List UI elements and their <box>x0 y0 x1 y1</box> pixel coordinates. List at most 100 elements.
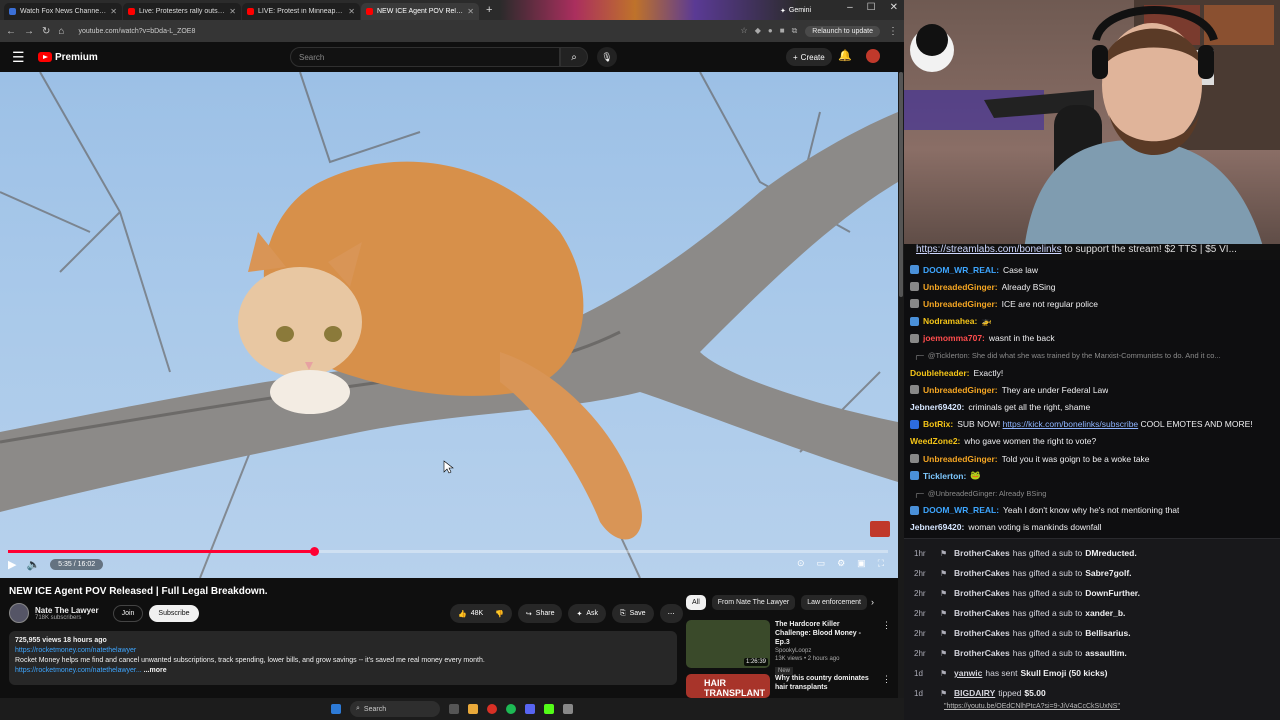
progress-bar[interactable] <box>8 547 888 556</box>
chip-all[interactable]: All <box>686 595 706 610</box>
spotify-icon[interactable] <box>506 704 516 714</box>
chat-username[interactable]: UnbreadedGinger: <box>923 385 998 395</box>
save-button[interactable]: ⎘ Save <box>612 604 654 623</box>
browser-tab[interactable]: Live: Protesters rally outside M ✕ <box>123 3 241 20</box>
chat-username[interactable]: Nodramahea: <box>923 316 977 326</box>
description-link[interactable]: https://rocketmoney.com/natethelawyer... <box>15 667 142 674</box>
video-player[interactable] <box>0 72 898 578</box>
forward-icon[interactable]: → <box>24 26 34 37</box>
join-button[interactable]: Join <box>112 604 144 622</box>
subscribe-button[interactable]: Subscribe <box>149 604 199 622</box>
more-actions-button[interactable]: ⋯ <box>659 604 683 623</box>
gift-link[interactable]: "https://youtu.be/OEdCNlhPtcA?si=9-JiV4a… <box>904 703 1280 710</box>
gift-username[interactable]: BrotherCakes <box>954 548 1010 558</box>
start-menu-icon[interactable] <box>331 704 341 714</box>
url-field[interactable]: youtube.com/watch?v=bDda-L_ZOE8 <box>72 23 732 39</box>
extension-icon[interactable]: ◆ <box>755 26 761 36</box>
share-button[interactable]: ↪ Share <box>517 604 563 623</box>
search-input[interactable]: Search <box>290 47 560 67</box>
scrollbar-thumb[interactable] <box>899 72 903 297</box>
channel-name[interactable]: Nate The Lawyer <box>35 606 99 615</box>
chat-username[interactable]: Ticklerton: <box>923 471 966 481</box>
chat-username[interactable]: UnbreadedGinger: <box>923 454 998 464</box>
obs-icon[interactable] <box>563 704 573 714</box>
chat-username[interactable]: DOOM_WR_REAL: <box>923 505 999 515</box>
close-tab-icon[interactable]: ✕ <box>467 7 474 16</box>
volume-icon[interactable]: 🔈 <box>26 558 40 571</box>
gemini-tab[interactable]: ✦ Gemini <box>780 3 836 18</box>
puzzle-icon[interactable]: ⧉ <box>792 26 798 36</box>
chat-username[interactable]: Doubleheader: <box>910 368 970 378</box>
video-thumbnail[interactable]: 1:26:39 <box>686 620 770 668</box>
gift-username[interactable]: BrotherCakes <box>954 648 1010 658</box>
chat-username[interactable]: BotRix: <box>923 419 953 429</box>
create-button[interactable]: + Create <box>786 48 832 66</box>
description-link[interactable]: https://rocketmoney.com/natethelawyer <box>15 646 671 656</box>
gift-username[interactable]: yanwic <box>954 668 982 678</box>
scrubber-knob[interactable] <box>310 547 320 556</box>
taskbar-search[interactable]: ⌕ Search <box>350 701 440 717</box>
miniplayer-icon[interactable]: ▣ <box>857 558 866 569</box>
relaunch-button[interactable]: Relaunch to update <box>805 25 880 37</box>
back-icon[interactable]: ← <box>6 26 16 37</box>
chevron-right-icon[interactable]: › <box>871 597 874 607</box>
close-tab-icon[interactable]: ✕ <box>229 7 236 16</box>
task-view-icon[interactable] <box>449 704 459 714</box>
chat-link[interactable]: https://kick.com/bonelinks/subscribe <box>1003 419 1139 429</box>
recommended-video[interactable]: HAIR TRANSPLANT Why this country dominat… <box>686 674 891 698</box>
video-thumbnail[interactable]: HAIR TRANSPLANT <box>686 674 770 698</box>
gift-username[interactable]: BrotherCakes <box>954 568 1010 578</box>
more-link[interactable]: ...more <box>144 667 167 674</box>
minimize-icon[interactable]: – <box>847 2 853 13</box>
voice-search-button[interactable]: 🎙 <box>597 47 617 67</box>
chat-username[interactable]: Jebner69420: <box>910 522 964 532</box>
search-button[interactable]: ⌕ <box>560 47 588 67</box>
video-menu-icon[interactable]: ⋮ <box>882 674 891 685</box>
chat-username[interactable]: UnbreadedGinger: <box>923 282 998 292</box>
kick-icon[interactable] <box>544 704 554 714</box>
extension-icon[interactable]: ■ <box>780 26 785 36</box>
new-tab-button[interactable]: + <box>480 4 498 16</box>
ticker-link[interactable]: https://streamlabs.com/bonelinks <box>916 244 1062 255</box>
subtitles-icon[interactable]: ▭ <box>817 558 826 569</box>
extension-icon[interactable]: ● <box>768 26 773 36</box>
fullscreen-icon[interactable]: ⛶ <box>878 558 884 569</box>
browser-tab[interactable]: Watch Fox News Channel O ✕ <box>4 3 122 20</box>
account-avatar[interactable] <box>866 49 880 63</box>
like-button[interactable]: 👍 48K 👎 <box>450 604 512 623</box>
thumbs-down-icon[interactable]: 👎 <box>495 610 504 618</box>
chrome-icon[interactable] <box>487 704 497 714</box>
gift-username[interactable]: BrotherCakes <box>954 608 1010 618</box>
chip-from-channel[interactable]: From Nate The Lawyer <box>711 595 796 610</box>
gift-username[interactable]: BrotherCakes <box>954 628 1010 638</box>
kebab-menu-icon[interactable]: ⋮ <box>888 26 898 37</box>
discord-icon[interactable] <box>525 704 535 714</box>
chat-username[interactable]: DOOM_WR_REAL: <box>923 265 999 275</box>
close-tab-icon[interactable]: ✕ <box>348 7 355 16</box>
gift-username[interactable]: BrotherCakes <box>954 588 1010 598</box>
youtube-logo[interactable]: Premium <box>38 52 98 63</box>
browser-tab-active[interactable]: NEW ICE Agent POV Released✕ <box>361 3 479 20</box>
notifications-bell-icon[interactable]: 🔔 <box>838 49 852 62</box>
video-menu-icon[interactable]: ⋮ <box>882 620 891 631</box>
channel-avatar[interactable] <box>9 603 29 623</box>
browser-tab[interactable]: LIVE: Protest in Minneapolis Aft✕ <box>242 3 360 20</box>
close-window-icon[interactable]: ✕ <box>890 2 898 13</box>
settings-gear-icon[interactable]: ⚙ <box>837 558 845 569</box>
autoplay-toggle-icon[interactable]: ⊙ <box>797 558 805 569</box>
chat-username[interactable]: Jebner69420: <box>910 402 964 412</box>
ask-button[interactable]: ✦ Ask <box>568 604 607 623</box>
home-icon[interactable]: ⌂ <box>58 26 64 37</box>
chat-username[interactable]: WeedZone2: <box>910 436 960 446</box>
chip-law-enforcement[interactable]: Law enforcement <box>801 595 867 610</box>
chat-username[interactable]: UnbreadedGinger: <box>923 299 998 309</box>
gift-username[interactable]: BIGDAIRY <box>954 688 995 698</box>
play-icon[interactable]: ▶ <box>8 558 16 571</box>
recommended-title[interactable]: The Hardcore Killer Challenge: Blood Mon… <box>775 620 875 647</box>
recommended-video[interactable]: 1:26:39 The Hardcore Killer Challenge: B… <box>686 620 891 675</box>
channel-watermark-icon[interactable] <box>870 521 890 537</box>
file-explorer-icon[interactable] <box>468 704 478 714</box>
close-tab-icon[interactable]: ✕ <box>110 7 117 16</box>
hamburger-menu-icon[interactable]: ☰ <box>12 49 32 66</box>
reload-icon[interactable]: ↻ <box>42 26 50 37</box>
